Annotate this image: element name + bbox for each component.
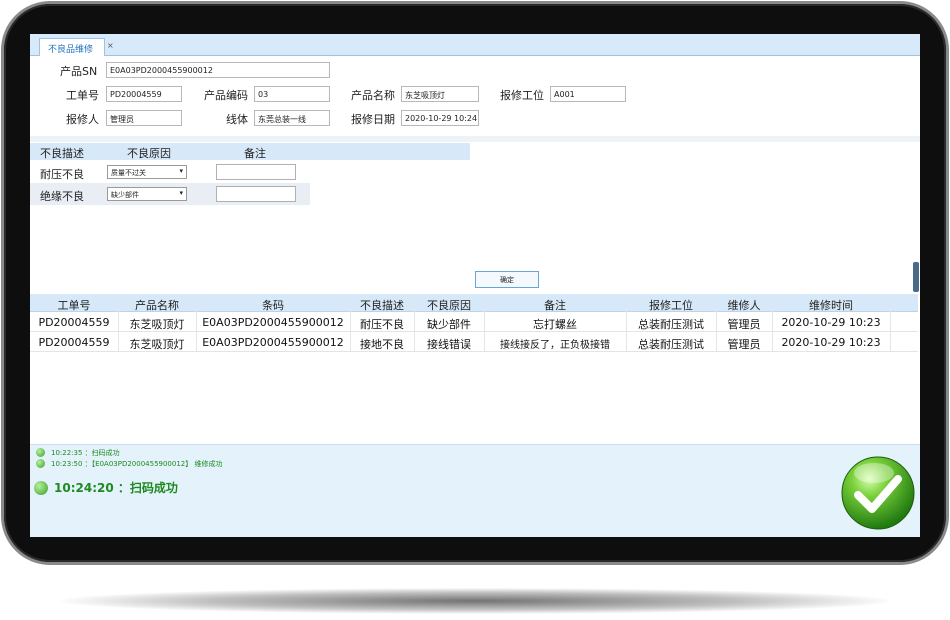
- cell-note: 忘打螺丝: [533, 318, 577, 331]
- cell-desc: 接地不良: [360, 338, 404, 351]
- cell-note: 接线接反了，正负极接错: [500, 340, 610, 351]
- check-circle-icon: [36, 447, 45, 457]
- defect-row[interactable]: 绝缘不良 缺少部件 ▾: [30, 183, 310, 205]
- reason-select-value: 质量不过关: [111, 169, 146, 177]
- chevron-down-icon: ▾: [179, 189, 183, 197]
- records-header-order: 工单号: [57, 299, 91, 312]
- log-line: 10:23:50 ：【E0A03PD2000455900012】 维修成功: [36, 458, 223, 469]
- defect-header-desc: 不良描述: [40, 147, 84, 160]
- reporter-label: 报修人: [66, 113, 99, 126]
- defect-header-reason: 不良原因: [127, 147, 171, 160]
- cell-product: 东芝吸顶灯: [129, 338, 185, 351]
- cell-repairer: 管理员: [727, 318, 761, 331]
- records-header-barcode: 条码: [262, 299, 284, 312]
- check-circle-icon: [36, 458, 45, 468]
- sn-label: 产品SN: [60, 65, 98, 78]
- repair-form: 产品SN E0A03PD2000455900012 工单号 PD20004559…: [30, 56, 920, 136]
- defect-desc: 绝缘不良: [40, 190, 84, 203]
- defect-grid-header: 不良描述 不良原因 备注: [30, 143, 470, 160]
- records-header-reason: 不良原因: [427, 299, 471, 312]
- cell-product: 东芝吸顶灯: [129, 318, 185, 331]
- table-row[interactable]: PD20004559 东芝吸顶灯 E0A03PD2000455900012 耐压…: [30, 313, 918, 332]
- cell-reason: 接线错误: [427, 338, 471, 351]
- device-shadow: [60, 588, 890, 614]
- date-input[interactable]: 2020-10-29 10:24:08: [401, 110, 479, 126]
- reason-select[interactable]: 质量不过关 ▾: [107, 165, 187, 179]
- line-input[interactable]: 东莞总装一线: [254, 110, 330, 126]
- app-screen: 不良品维修 × 产品SN E0A03PD2000455900012 工单号 PD…: [30, 34, 920, 537]
- code-input[interactable]: 03: [254, 86, 330, 102]
- log-latest-text: 10:24:20 ：扫码成功: [54, 481, 178, 495]
- code-label: 产品编码: [204, 89, 248, 102]
- success-check-icon: [841, 456, 915, 530]
- records-header-desc: 不良描述: [360, 299, 404, 312]
- sn-input[interactable]: E0A03PD2000455900012: [106, 62, 330, 78]
- tab-bar: 不良品维修 ×: [30, 34, 920, 56]
- cell-station: 总装耐压测试: [638, 338, 704, 351]
- cell-reason: 缺少部件: [427, 318, 471, 331]
- note-input[interactable]: [216, 164, 296, 180]
- reason-select-value: 缺少部件: [111, 191, 139, 199]
- records-header: 工单号 产品名称 条码 不良描述 不良原因 备注 报修工位 维修人 维修时间: [30, 294, 918, 312]
- cell-order: PD20004559: [38, 316, 110, 329]
- station-input[interactable]: A001: [550, 86, 626, 102]
- table-row[interactable]: PD20004559 东芝吸顶灯 E0A03PD2000455900012 接地…: [30, 333, 918, 352]
- defect-desc: 耐压不良: [40, 168, 84, 181]
- note-input[interactable]: [216, 186, 296, 202]
- cell-station: 总装耐压测试: [638, 318, 704, 331]
- date-label: 报修日期: [351, 113, 395, 126]
- section-divider: [30, 136, 920, 142]
- cell-time: 2020-10-29 10:23: [781, 336, 881, 349]
- log-latest: 10:24:20 ：扫码成功: [34, 479, 178, 496]
- reason-select[interactable]: 缺少部件 ▾: [107, 187, 187, 201]
- log-line: 10:22:35 ：扫码成功: [36, 447, 120, 458]
- order-input[interactable]: PD20004559: [106, 86, 182, 102]
- product-name-label: 产品名称: [351, 89, 395, 102]
- line-label: 线体: [226, 113, 248, 126]
- repair-records-table: 工单号 产品名称 条码 不良描述 不良原因 备注 报修工位 维修人 维修时间 P…: [30, 294, 920, 444]
- reporter-input[interactable]: 管理员: [106, 110, 182, 126]
- records-header-product: 产品名称: [135, 299, 179, 312]
- log-text: 10:22:35 ：扫码成功: [51, 449, 120, 457]
- records-header-station: 报修工位: [649, 299, 693, 312]
- tab-label: 不良品维修: [48, 45, 94, 55]
- defect-header-note: 备注: [244, 147, 266, 160]
- message-log: 10:22:35 ：扫码成功 10:23:50 ：【E0A03PD2000455…: [30, 444, 920, 537]
- cell-order: PD20004559: [38, 336, 110, 349]
- close-icon[interactable]: ×: [107, 41, 114, 50]
- records-header-time: 维修时间: [809, 299, 853, 312]
- cell-barcode: E0A03PD2000455900012: [202, 316, 344, 329]
- order-label: 工单号: [66, 89, 99, 102]
- product-name-input[interactable]: 东芝吸顶灯: [401, 86, 479, 102]
- station-label: 报修工位: [500, 89, 544, 102]
- cell-desc: 耐压不良: [360, 318, 404, 331]
- records-header-note: 备注: [544, 299, 566, 312]
- records-header-repairer: 维修人: [727, 299, 761, 312]
- confirm-button[interactable]: 确定: [475, 271, 539, 288]
- tab-defect-repair[interactable]: 不良品维修 ×: [39, 38, 114, 56]
- cell-time: 2020-10-29 10:23: [781, 316, 881, 329]
- check-circle-icon: [34, 480, 48, 495]
- cell-barcode: E0A03PD2000455900012: [202, 336, 344, 349]
- chevron-down-icon: ▾: [179, 167, 183, 175]
- log-text: 10:23:50 ：【E0A03PD2000455900012】 维修成功: [51, 460, 223, 468]
- side-handle[interactable]: [913, 262, 919, 292]
- cell-repairer: 管理员: [727, 338, 761, 351]
- defect-row[interactable]: 耐压不良 质量不过关 ▾: [30, 161, 310, 183]
